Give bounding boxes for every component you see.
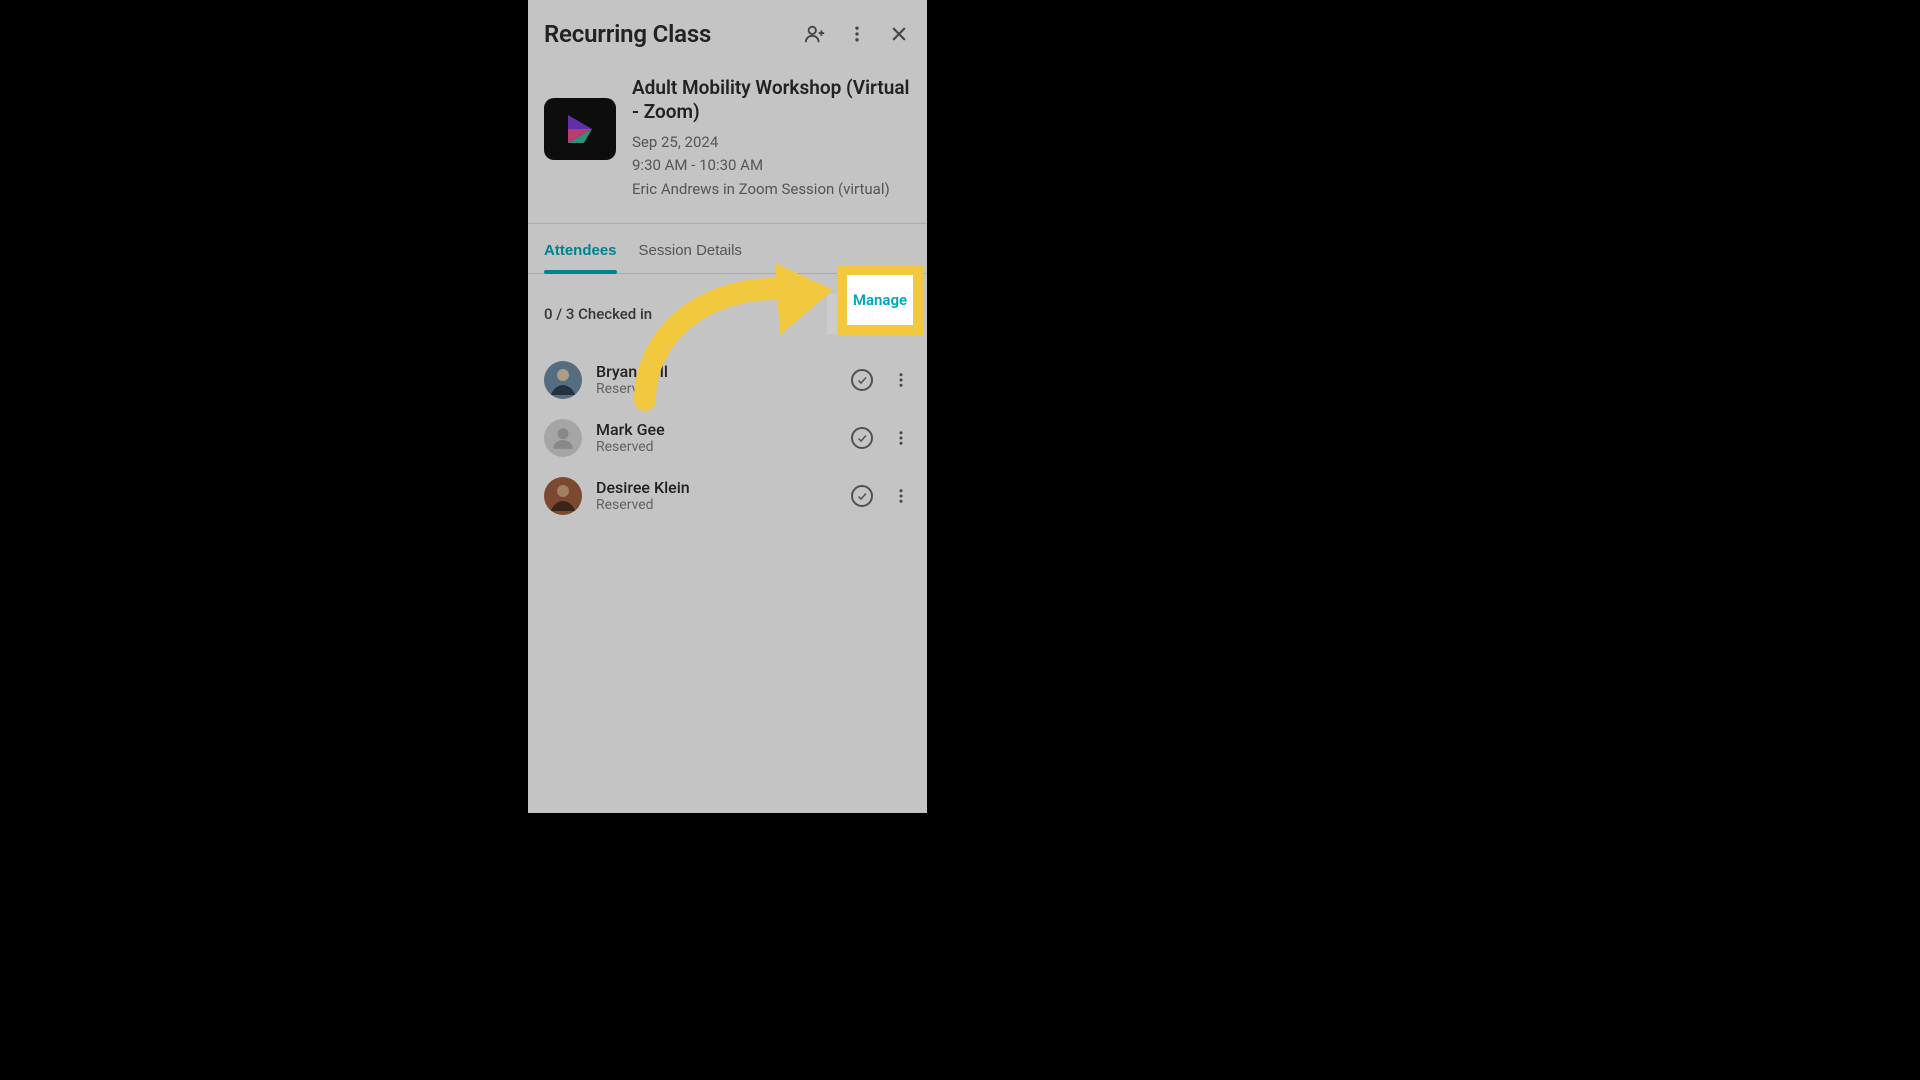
close-button[interactable]	[887, 22, 911, 46]
avatar-image-icon	[544, 361, 582, 399]
close-icon	[889, 24, 909, 44]
attendee-status: Reserved	[596, 381, 837, 397]
more-vert-icon	[847, 24, 867, 44]
avatar-placeholder-icon	[550, 425, 576, 451]
attendee-name: Bryan Bell	[596, 362, 837, 381]
check-icon	[856, 490, 868, 502]
session-text: Adult Mobility Workshop (Virtual - Zoom)…	[632, 76, 911, 201]
attendee-status: Reserved	[596, 497, 837, 513]
more-vert-icon	[892, 371, 910, 389]
attendee-meta: Desiree Klein Reserved	[596, 478, 837, 513]
attendee-name: Desiree Klein	[596, 478, 837, 497]
session-info: Adult Mobility Workshop (Virtual - Zoom)…	[528, 62, 927, 224]
manage-button[interactable]: Manage	[827, 294, 911, 335]
check-icon	[856, 432, 868, 444]
person-add-icon	[804, 23, 826, 45]
attendee-status: Reserved	[596, 439, 837, 455]
class-date: Sep 25, 2024	[632, 132, 911, 154]
attendee-meta: Mark Gee Reserved	[596, 420, 837, 455]
attendee-more-button[interactable]	[891, 426, 911, 450]
tab-attendees[interactable]: Attendees	[544, 224, 617, 273]
tab-bar: Attendees Session Details	[528, 224, 927, 274]
attendee-more-button[interactable]	[891, 484, 911, 508]
attendee-name: Mark Gee	[596, 420, 837, 439]
attendee-row: Desiree Klein Reserved	[544, 467, 911, 525]
checkin-bar: 0 / 3 Checked in Manage	[528, 274, 927, 345]
attendee-row-actions	[851, 368, 911, 392]
more-vert-icon	[892, 487, 910, 505]
checkin-toggle[interactable]	[851, 427, 873, 449]
add-person-button[interactable]	[803, 22, 827, 46]
attendee-row: Mark Gee Reserved	[544, 409, 911, 467]
attendee-meta: Bryan Bell Reserved	[596, 362, 837, 397]
tab-session-details[interactable]: Session Details	[639, 224, 742, 273]
class-instructor-location: Eric Andrews in Zoom Session (virtual)	[632, 179, 911, 201]
checkin-toggle[interactable]	[851, 369, 873, 391]
panel-header: Recurring Class	[528, 0, 927, 62]
class-app-icon	[544, 98, 616, 160]
checkin-status: 0 / 3 Checked in	[544, 305, 652, 323]
avatar	[544, 477, 582, 515]
avatar	[544, 361, 582, 399]
panel-title: Recurring Class	[544, 20, 711, 48]
header-actions	[803, 22, 911, 46]
app-logo-icon	[560, 109, 600, 149]
more-options-button[interactable]	[845, 22, 869, 46]
attendee-list: Bryan Bell Reserved Mark Gee Reserved	[528, 345, 927, 531]
attendee-more-button[interactable]	[891, 368, 911, 392]
checkin-toggle[interactable]	[851, 485, 873, 507]
more-vert-icon	[892, 429, 910, 447]
check-icon	[856, 374, 868, 386]
class-time: 9:30 AM - 10:30 AM	[632, 155, 911, 177]
attendee-row-actions	[851, 426, 911, 450]
attendee-row-actions	[851, 484, 911, 508]
class-detail-panel: Recurring Class	[528, 0, 927, 813]
avatar	[544, 419, 582, 457]
avatar-image-icon	[544, 477, 582, 515]
class-name: Adult Mobility Workshop (Virtual - Zoom)	[632, 76, 911, 124]
attendee-row: Bryan Bell Reserved	[544, 351, 911, 409]
